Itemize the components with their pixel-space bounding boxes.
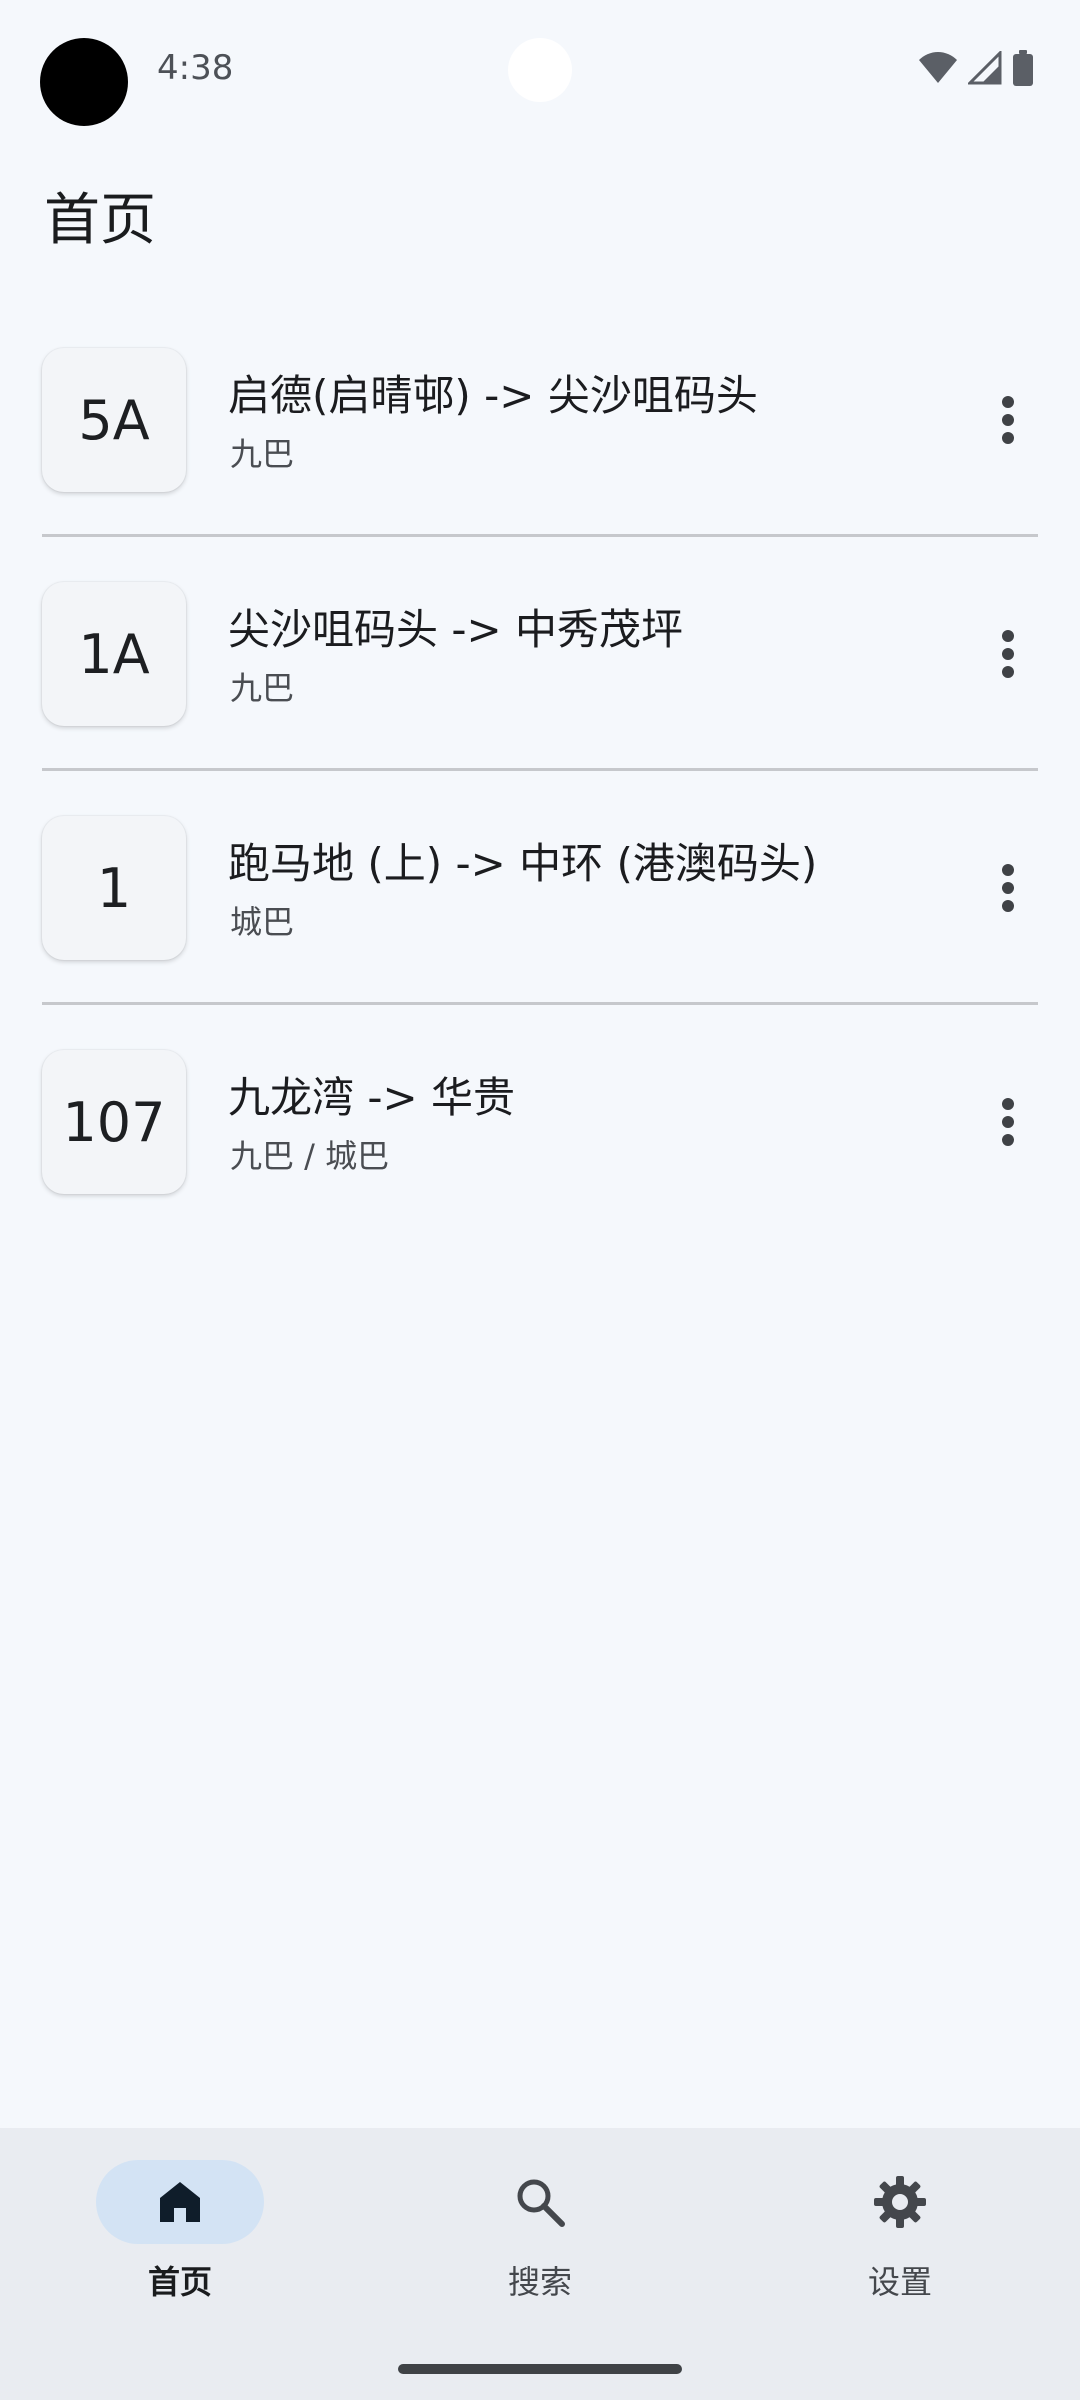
route-title: 尖沙咀码头 -> 中秀茂坪 xyxy=(228,605,684,654)
status-time: 4:38 xyxy=(157,48,234,88)
route-title: 启德(启晴邨) -> 尖沙咀码头 xyxy=(228,371,758,420)
status-bar: 4:38 xyxy=(0,0,1080,140)
bottom-navigation: 首页 搜索 设置 xyxy=(0,2128,1080,2400)
more-vert-icon xyxy=(1002,630,1014,678)
route-company: 城巴 xyxy=(230,903,295,941)
route-company: 九巴 xyxy=(230,435,295,473)
wifi-icon xyxy=(918,51,958,89)
route-number-badge: 107 xyxy=(42,1050,186,1194)
gear-icon xyxy=(874,2176,926,2228)
route-number-badge: 1A xyxy=(42,582,186,726)
route-company: 九巴 / 城巴 xyxy=(230,1137,390,1175)
route-list: 5A 启德(启晴邨) -> 尖沙咀码头 九巴 1A 尖沙咀码头 -> 中秀茂坪 … xyxy=(0,330,1080,1266)
list-item[interactable]: 1 跑马地 (上) -> 中环 (港澳码头) 城巴 xyxy=(0,798,1080,1032)
route-company: 九巴 xyxy=(230,669,295,707)
divider xyxy=(42,534,1038,537)
nav-label-home: 首页 xyxy=(147,2263,212,2301)
list-item[interactable]: 107 九龙湾 -> 华贵 九巴 / 城巴 xyxy=(0,1032,1080,1266)
more-options-button[interactable] xyxy=(972,614,1044,694)
list-item[interactable]: 5A 启德(启晴邨) -> 尖沙咀码头 九巴 xyxy=(0,330,1080,564)
route-number-badge: 1 xyxy=(42,816,186,960)
search-icon xyxy=(517,2179,565,2227)
more-vert-icon xyxy=(1002,396,1014,444)
battery-icon xyxy=(1012,50,1034,90)
route-title: 九龙湾 -> 华贵 xyxy=(228,1073,516,1122)
nav-item-search[interactable]: 搜索 xyxy=(360,2128,720,2328)
nav-item-settings[interactable]: 设置 xyxy=(720,2128,1080,2328)
more-options-button[interactable] xyxy=(972,380,1044,460)
more-vert-icon xyxy=(1002,1098,1014,1146)
cell-signal-icon xyxy=(966,49,1002,89)
list-item[interactable]: 1A 尖沙咀码头 -> 中秀茂坪 九巴 xyxy=(0,564,1080,798)
camera-cutout xyxy=(40,38,128,126)
nav-label-search: 搜索 xyxy=(507,2263,572,2301)
page-title: 首页 xyxy=(44,188,156,253)
divider xyxy=(42,1002,1038,1005)
divider xyxy=(42,768,1038,771)
status-icons xyxy=(918,49,1034,90)
front-camera xyxy=(508,38,572,102)
route-title: 跑马地 (上) -> 中环 (港澳码头) xyxy=(228,839,818,888)
home-icon xyxy=(160,2182,200,2222)
more-options-button[interactable] xyxy=(972,1082,1044,1162)
nav-label-settings: 设置 xyxy=(867,2263,932,2301)
nav-active-indicator xyxy=(96,2160,264,2244)
gesture-home-indicator[interactable] xyxy=(398,2364,682,2374)
nav-item-home[interactable]: 首页 xyxy=(0,2128,360,2328)
more-options-button[interactable] xyxy=(972,848,1044,928)
more-vert-icon xyxy=(1002,864,1014,912)
route-number-badge: 5A xyxy=(42,348,186,492)
